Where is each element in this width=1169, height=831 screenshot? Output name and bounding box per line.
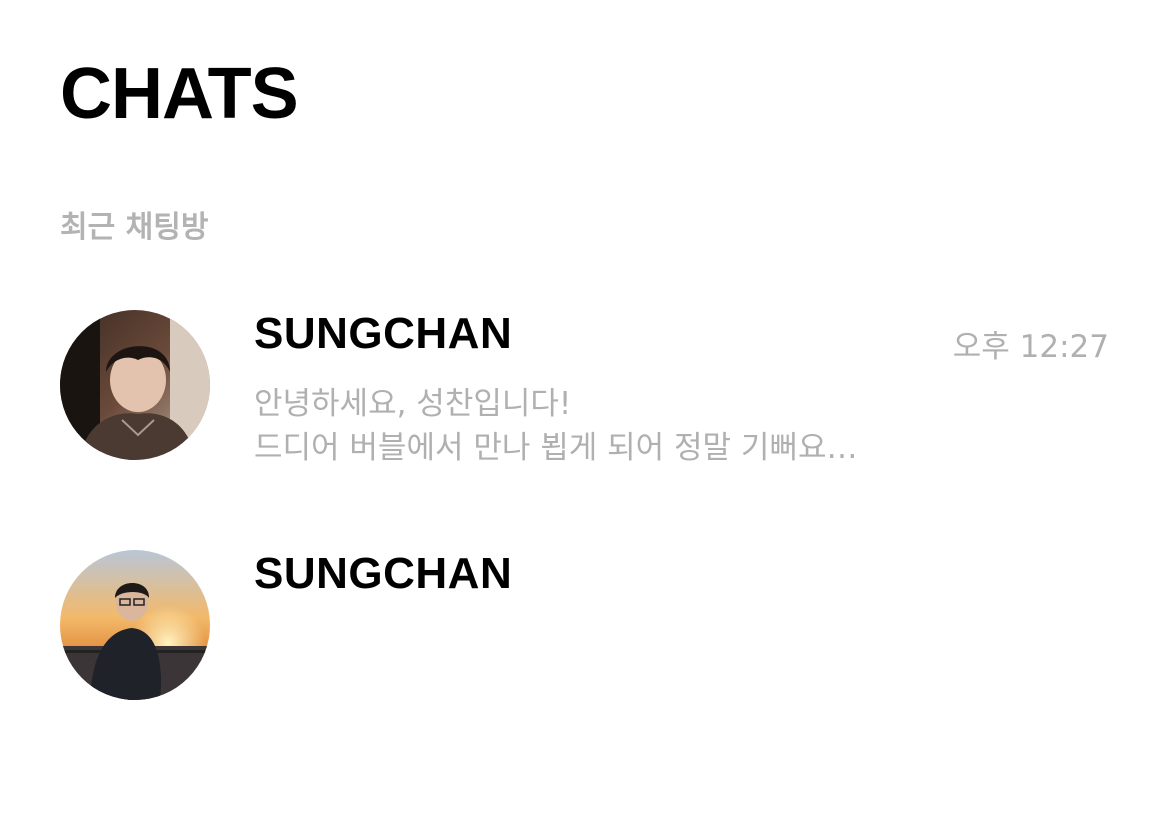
profile-photo-icon [60,310,210,460]
chat-preview-line: 드디어 버블에서 만나 뵙게 되어 정말 기뻐요… [254,430,858,466]
chat-list-item[interactable]: SUNGCHAN 오후 12:27 안녕하세요, 성찬입니다! 드디어 버블에서… [0,300,1169,470]
chat-name: SUNGCHAN [254,549,513,598]
avatar[interactable] [60,310,210,460]
avatar[interactable] [60,550,210,700]
recent-chats-label: 최근 채팅방 [60,210,209,245]
chat-list-item[interactable]: SUNGCHAN [0,540,1169,710]
chat-name: SUNGCHAN [254,309,513,358]
chat-preview: 안녕하세요, 성찬입니다! 드디어 버블에서 만나 뵙게 되어 정말 기뻐요… [254,382,857,470]
profile-photo-icon [60,550,210,700]
chat-preview-line: 안녕하세요, 성찬입니다! [254,386,572,422]
page-title: CHATS [60,54,299,134]
chat-timestamp: 오후 12:27 [952,329,1109,365]
